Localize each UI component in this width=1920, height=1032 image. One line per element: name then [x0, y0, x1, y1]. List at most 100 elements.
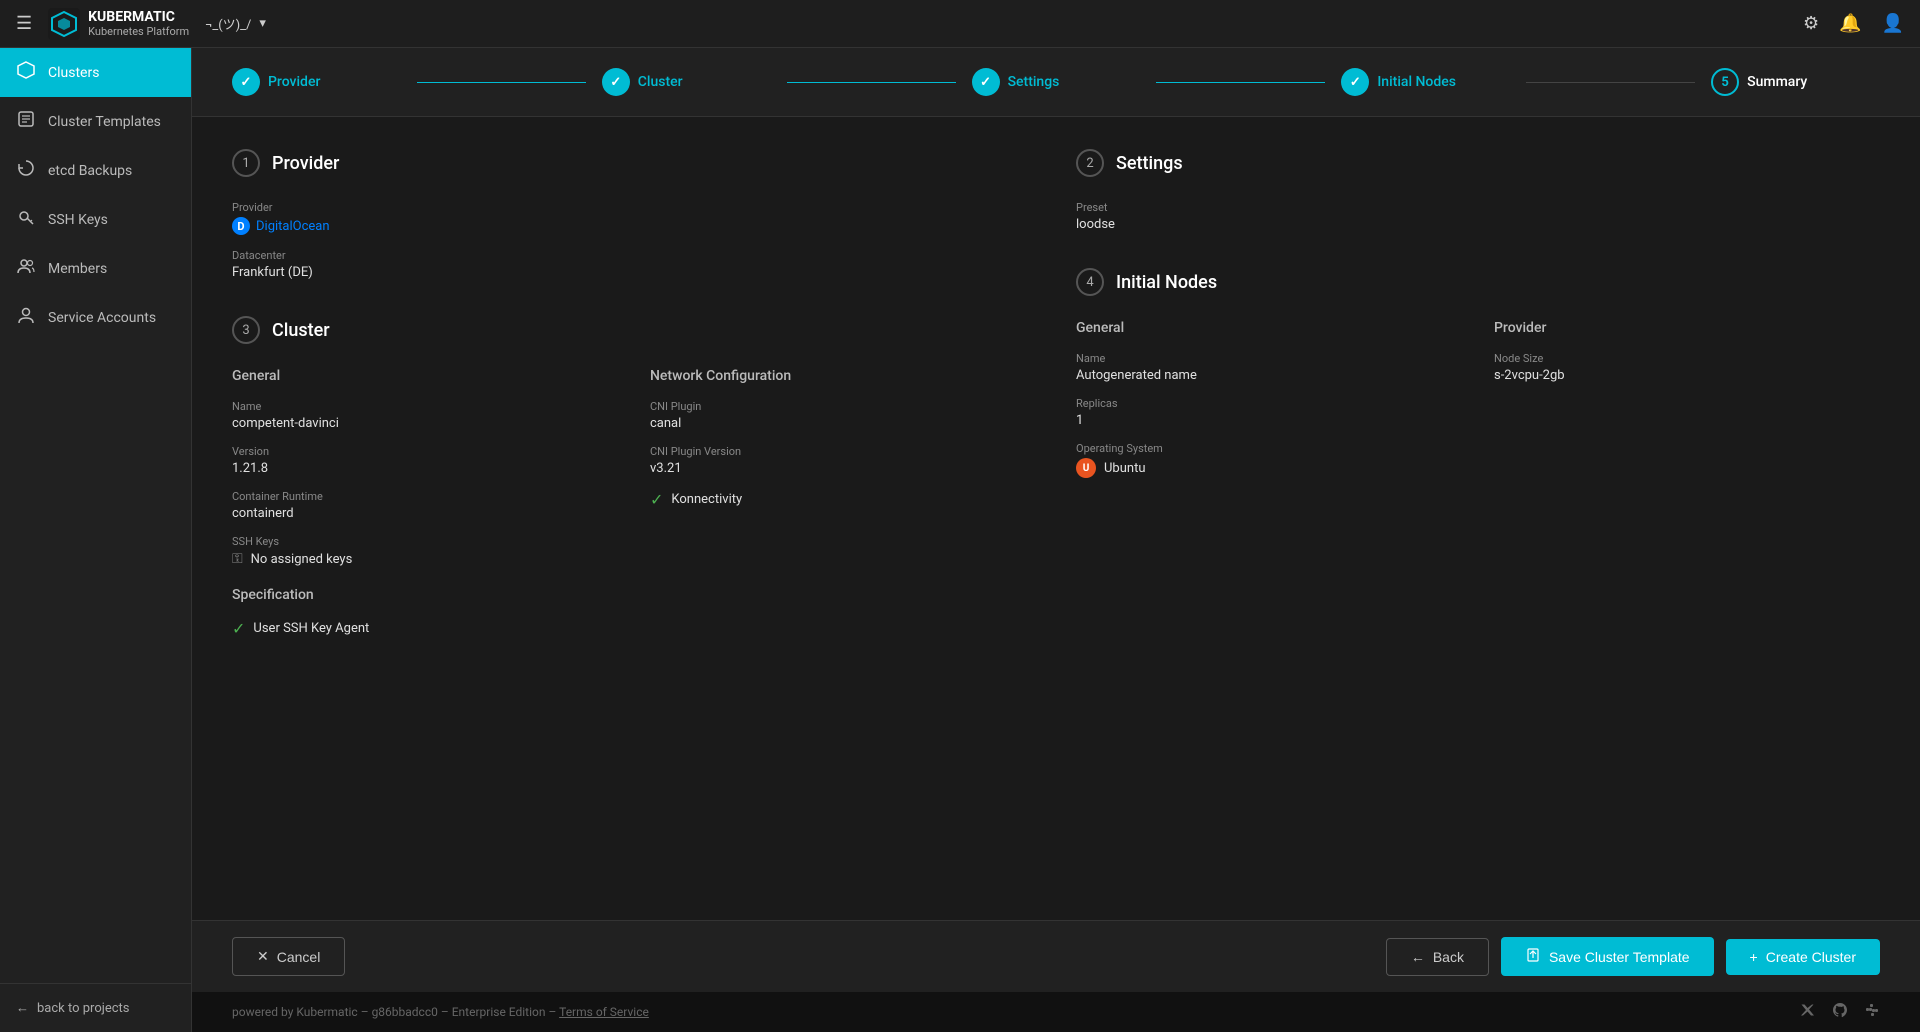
step-line-2: [787, 82, 956, 83]
ssh-keys-row: SSH Keys ⚿ No assigned keys: [232, 535, 618, 567]
footer-bar: ✕ Cancel ← Back Save Cluster Template +: [192, 920, 1920, 992]
node-replicas-value: 1: [1076, 413, 1462, 428]
step-cluster[interactable]: ✓ Cluster: [602, 68, 771, 96]
cni-version-row: CNI Plugin Version v3.21: [650, 445, 1036, 476]
stepper: ✓ Provider ✓ Cluster ✓ Settings ✓ Initia…: [192, 48, 1920, 117]
settings-section-num: 2: [1076, 149, 1104, 177]
cni-version-value: v3.21: [650, 461, 1036, 476]
step-provider-label: Provider: [268, 74, 320, 90]
ssh-keys-text: No assigned keys: [251, 552, 353, 567]
datacenter-label: Datacenter: [232, 249, 1036, 262]
back-arrow-icon: ←: [16, 1000, 29, 1016]
step-initial-nodes[interactable]: ✓ Initial Nodes: [1341, 68, 1510, 96]
separator-2: –: [441, 1005, 452, 1019]
sidebar-bottom: ← back to projects: [0, 983, 191, 1032]
cluster-name-value: competent-davinci: [232, 416, 618, 431]
cluster-section-name: Cluster: [272, 320, 330, 341]
project-selector[interactable]: ¬_(ツ)_/ ▾: [205, 14, 266, 33]
settings-section-title: 2 Settings: [1076, 149, 1880, 177]
cancel-button[interactable]: ✕ Cancel: [232, 937, 345, 976]
back-to-projects[interactable]: ← back to projects: [16, 1000, 175, 1016]
settings-section-name: Settings: [1116, 153, 1183, 174]
slack-icon[interactable]: [1864, 1002, 1880, 1022]
back-label: Back: [1433, 949, 1464, 965]
terms-link[interactable]: Terms of Service: [559, 1005, 649, 1019]
back-button[interactable]: ← Back: [1386, 938, 1489, 976]
cluster-general-title: General: [232, 368, 618, 384]
step-settings-label: Settings: [1008, 74, 1060, 90]
sidebar-item-service-accounts[interactable]: Service Accounts: [0, 293, 191, 342]
provider-label: Provider: [232, 201, 1036, 214]
sidebar-item-ssh-keys[interactable]: SSH Keys: [0, 195, 191, 244]
separator-1: –: [361, 1005, 372, 1019]
etcd-backups-icon: [16, 158, 36, 183]
back-to-projects-label: back to projects: [37, 1001, 130, 1016]
cluster-section-num: 3: [232, 316, 260, 344]
step-provider[interactable]: ✓ Provider: [232, 68, 401, 96]
cancel-icon: ✕: [257, 948, 269, 965]
step-summary-circle: 5: [1711, 68, 1739, 96]
nodes-provider-title: Provider: [1494, 320, 1880, 336]
node-name-value: Autogenerated name: [1076, 368, 1462, 383]
cancel-label: Cancel: [277, 949, 321, 965]
service-accounts-label: Service Accounts: [48, 310, 156, 326]
cluster-section-title: 3 Cluster: [232, 316, 1036, 344]
node-os-row: Operating System U Ubuntu: [1076, 442, 1462, 478]
sidebar-item-clusters[interactable]: Clusters: [0, 48, 191, 97]
digitalocean-logo: D DigitalOcean: [232, 217, 330, 235]
create-cluster-icon: +: [1750, 949, 1758, 965]
brand: KUBERMATIC Kubernetes Platform: [48, 8, 189, 40]
provider-name: DigitalOcean: [256, 219, 330, 234]
save-cluster-template-button[interactable]: Save Cluster Template: [1501, 937, 1714, 976]
back-arrow-btn-icon: ←: [1411, 949, 1425, 965]
datacenter-info-row: Datacenter Frankfurt (DE): [232, 249, 1036, 280]
menu-icon[interactable]: ☰: [16, 13, 32, 34]
edition-text: Enterprise Edition: [452, 1005, 546, 1019]
topnav-right: ⚙ 🔔 👤: [1803, 13, 1904, 34]
konnectivity-item: ✓ Konnectivity: [650, 490, 1036, 509]
cni-plugin-value: canal: [650, 416, 1036, 431]
sidebar-item-members[interactable]: Members: [0, 244, 191, 293]
specification-subsection: Specification ✓ User SSH Key Agent: [232, 587, 618, 638]
provider-section-num: 1: [232, 149, 260, 177]
cluster-version-value: 1.21.8: [232, 461, 618, 476]
twitter-icon[interactable]: [1800, 1002, 1816, 1022]
cluster-details-grid: General Name competent-davinci Version 1…: [232, 368, 1036, 638]
datacenter-value: Frankfurt (DE): [232, 265, 1036, 280]
bottom-bar: powered by Kubermatic – g86bbadcc0 – Ent…: [192, 992, 1920, 1032]
ssh-keys-value: ⚿ No assigned keys: [232, 551, 618, 567]
sidebar-item-cluster-templates[interactable]: Cluster Templates: [0, 97, 191, 146]
sidebar-item-etcd-backups[interactable]: etcd Backups: [0, 146, 191, 195]
settings-icon[interactable]: ⚙: [1803, 13, 1819, 34]
step-settings[interactable]: ✓ Settings: [972, 68, 1141, 96]
ubuntu-icon: U: [1076, 458, 1096, 478]
cluster-network: Network Configuration CNI Plugin canal C…: [650, 368, 1036, 638]
step-provider-circle: ✓: [232, 68, 260, 96]
save-template-label: Save Cluster Template: [1549, 949, 1690, 965]
members-icon: [16, 256, 36, 281]
nodes-general-title: General: [1076, 320, 1462, 336]
user-icon[interactable]: 👤: [1882, 13, 1904, 34]
node-replicas-row: Replicas 1: [1076, 397, 1462, 428]
notifications-icon[interactable]: 🔔: [1839, 13, 1861, 34]
node-name-row: Name Autogenerated name: [1076, 352, 1462, 383]
nodes-general: General Name Autogenerated name Replicas…: [1076, 320, 1462, 492]
preset-label: Preset: [1076, 201, 1880, 214]
node-os-value: U Ubuntu: [1076, 458, 1462, 478]
user-ssh-agent-item: ✓ User SSH Key Agent: [232, 619, 618, 638]
cni-plugin-label: CNI Plugin: [650, 400, 1036, 413]
step-cluster-circle: ✓: [602, 68, 630, 96]
initial-nodes-section-name: Initial Nodes: [1116, 272, 1217, 293]
create-cluster-button[interactable]: + Create Cluster: [1726, 939, 1880, 975]
initial-nodes-section-title: 4 Initial Nodes: [1076, 268, 1880, 296]
nodes-provider: Provider Node Size s-2vcpu-2gb: [1494, 320, 1880, 492]
provider-section: 1 Provider Provider D DigitalOcean: [232, 149, 1036, 280]
bottom-bar-icons: [1800, 1002, 1880, 1022]
cluster-name-label: Name: [232, 400, 618, 413]
github-icon[interactable]: [1832, 1002, 1848, 1022]
step-summary[interactable]: 5 Summary: [1711, 68, 1880, 96]
create-cluster-label: Create Cluster: [1766, 949, 1856, 965]
dropdown-arrow-icon[interactable]: ▾: [259, 16, 266, 31]
clusters-label: Clusters: [48, 65, 99, 81]
step-line-1: [417, 82, 586, 83]
